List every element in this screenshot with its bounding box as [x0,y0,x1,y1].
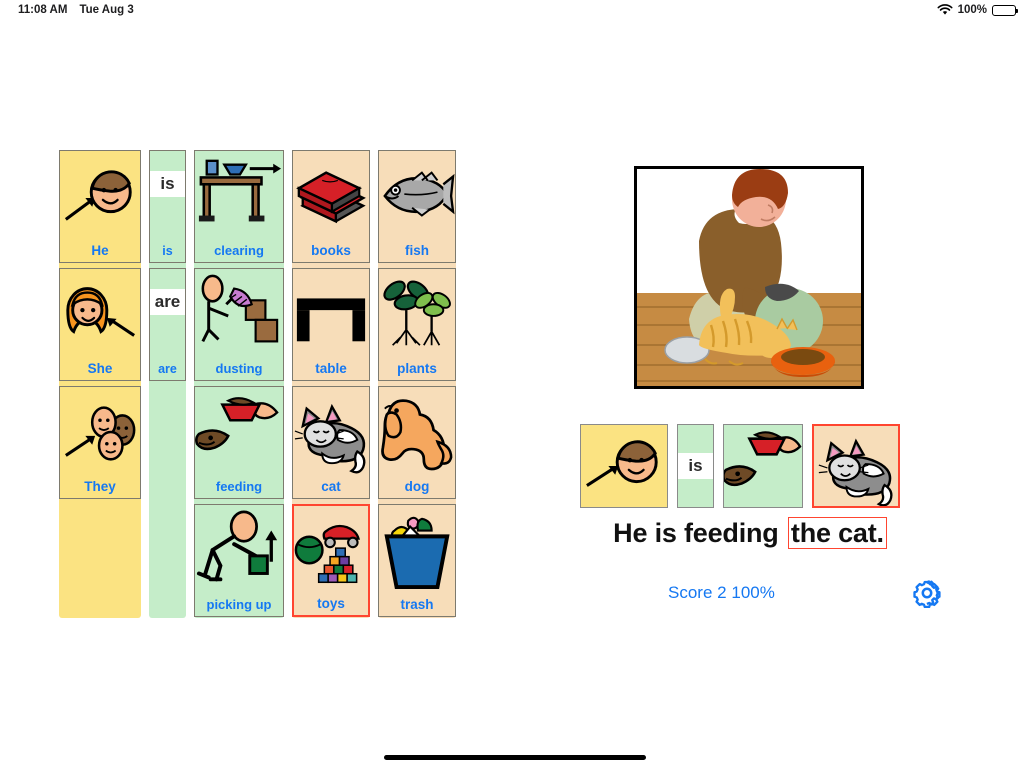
answer-slot-action[interactable] [723,424,803,508]
score-word: Score [668,583,713,602]
battery-percent-label: 100% [957,4,987,16]
word-card-label: books [311,242,351,258]
three-faces-arrow-icon [60,387,140,478]
answer-strip: is [580,424,900,508]
word-card-label: toys [317,595,345,611]
word-card-label: fish [404,242,429,258]
boy-feeding-cat-photo[interactable] [634,166,864,389]
word-card-label: He [91,242,109,258]
object-column-2: fish plants dog trash [378,150,456,618]
word-card-label: are [158,361,177,376]
red-books-icon [293,151,369,242]
gear-icon[interactable] [912,578,942,608]
word-card-label: cat [321,478,341,494]
word-card-books[interactable]: books [292,150,370,263]
word-card-clearing[interactable]: clearing [194,150,284,263]
sentence-readout: He is feeding the cat. [580,517,920,549]
picking-up-person-icon [195,505,283,596]
object-column-1: books table cat toys [292,150,370,618]
feeding-dog-bowl-icon [724,425,802,507]
word-card-she[interactable]: She [59,268,141,381]
word-chip: is [678,453,713,479]
score-label: Score 2 100% [668,583,775,603]
score-row: Score 2 100% [580,578,980,608]
word-card-label: table [315,360,347,376]
plants-icon [379,269,455,360]
word-card-they[interactable]: They [59,386,141,499]
toys-icon [294,506,368,595]
score-value: 2 [717,583,727,602]
word-chip: is [150,171,185,197]
grey-cat-icon [293,387,369,478]
home-indicator [384,755,646,760]
word-card-toys[interactable]: toys [292,504,370,617]
answer-slot-be-verb[interactable]: is [677,424,714,508]
word-card-label: plants [397,360,437,376]
word-card-are[interactable]: are are [149,268,186,381]
word-card-feeding[interactable]: feeding [194,386,284,499]
answer-slot-subject[interactable] [580,424,668,508]
word-card-label: They [84,478,116,494]
word-card-label: dusting [215,361,263,376]
status-bar-left: 11:08 AM Tue Aug 3 [0,4,134,16]
dusting-person-icon [195,269,283,360]
word-card-is[interactable]: is is [149,150,186,263]
status-time: 11:08 AM [18,4,68,16]
score-percent: 100% [731,583,775,602]
fish-icon [379,151,455,242]
orange-dog-icon [379,387,455,478]
subject-column: He She They [59,150,141,618]
grey-cat-icon [814,426,898,506]
word-card-picking-up[interactable]: picking up [194,504,284,617]
battery-full-icon [992,4,1019,16]
be-verb-column: is is are are [149,150,186,618]
word-board: He She They is is are are clearing dusti… [59,150,456,618]
boy-face-arrow-icon [60,151,140,242]
table-clearing-icon [195,151,283,242]
word-card-fish[interactable]: fish [378,150,456,263]
action-verb-column: clearing dusting feeding picking up [194,150,284,618]
word-card-label: feeding [215,479,263,494]
answer-slot-object[interactable] [812,424,900,508]
boy-face-arrow-icon [581,425,667,507]
word-card-label: picking up [206,597,272,612]
word-card-cat[interactable]: cat [292,386,370,499]
word-card-dusting[interactable]: dusting [194,268,284,381]
word-card-label: trash [400,596,434,612]
black-table-icon [293,269,369,360]
word-card-label: clearing [214,243,264,258]
sentence-prefix: He is feeding [613,518,786,548]
word-chip: are [150,289,185,315]
feeding-dog-bowl-icon [195,387,283,478]
word-card-label: dog [404,478,430,494]
word-card-trash[interactable]: trash [378,504,456,617]
word-card-table[interactable]: table [292,268,370,381]
status-bar-right: 100% [937,4,1030,16]
wifi-icon [937,4,953,16]
word-card-label: is [162,243,173,258]
word-card-label: She [87,360,113,376]
status-date: Tue Aug 3 [79,4,134,16]
sentence-highlight: the cat. [787,517,887,549]
word-card-dog[interactable]: dog [378,386,456,499]
girl-face-arrow-icon [60,269,140,360]
status-bar: 11:08 AM Tue Aug 3 100% [0,0,1030,20]
word-card-plants[interactable]: plants [378,268,456,381]
word-card-he[interactable]: He [59,150,141,263]
trash-bin-icon [379,505,455,596]
